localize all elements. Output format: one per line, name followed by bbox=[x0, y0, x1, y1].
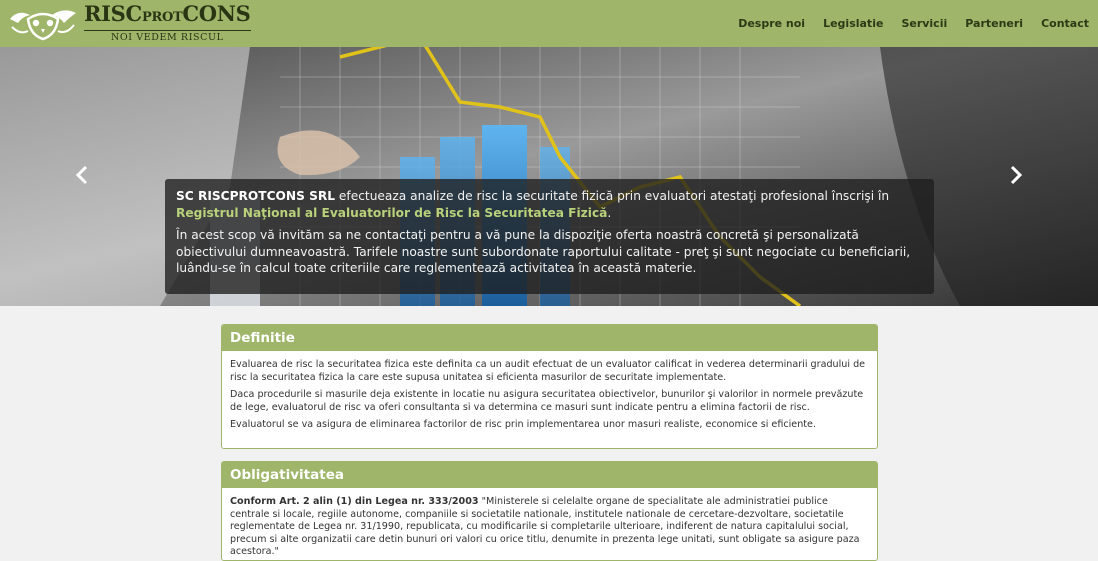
nav-servicii[interactable]: Servicii bbox=[901, 17, 947, 30]
definitie-paragraph: Evaluatorul se va asigura de eliminarea … bbox=[230, 419, 816, 431]
hero-carousel: SC RISCPROTCONS SRL efectueaza analize d… bbox=[0, 47, 1098, 306]
brand-logo[interactable]: RISCPROTCONS NOI VEDEM RISCUL bbox=[8, 1, 251, 43]
definitie-paragraph: Evaluarea de risc la securitatea fizica … bbox=[230, 359, 866, 383]
panel-definitie: Definitie Evaluarea de risc la securitat… bbox=[221, 324, 878, 449]
panel-body: Evaluarea de risc la securitatea fizica … bbox=[222, 351, 877, 445]
nav-legislatie[interactable]: Legislatie bbox=[823, 17, 883, 30]
nav-despre-noi[interactable]: Despre noi bbox=[738, 17, 805, 30]
brand-tagline: NOI VEDEM RISCUL bbox=[110, 32, 224, 43]
top-navbar: RISCPROTCONS NOI VEDEM RISCUL Despre noi… bbox=[0, 0, 1098, 47]
main-nav: Despre noi Legislatie Servicii Parteneri… bbox=[720, 0, 1089, 47]
carousel-caption: SC RISCPROTCONS SRL efectueaza analize d… bbox=[165, 179, 934, 294]
nav-contact[interactable]: Contact bbox=[1041, 17, 1089, 30]
caption-company-name: SC RISCPROTCONS SRL bbox=[176, 189, 336, 203]
nav-parteneri[interactable]: Parteneri bbox=[965, 17, 1023, 30]
panel-title: Obligativitatea bbox=[222, 462, 877, 488]
brand-divider bbox=[84, 30, 251, 31]
obligativitatea-paragraph: Conform Art. 2 alin (1) din Legea nr. 33… bbox=[230, 496, 869, 559]
panel-obligativitatea: Obligativitatea Conform Art. 2 alin (1) … bbox=[221, 461, 878, 561]
chevron-right-icon bbox=[1010, 165, 1023, 185]
panel-title: Definitie bbox=[222, 325, 877, 351]
panel-body: Conform Art. 2 alin (1) din Legea nr. 33… bbox=[222, 488, 877, 560]
chevron-left-icon bbox=[75, 165, 88, 185]
caption-paragraph-2: În acest scop vă invităm sa ne contactaţ… bbox=[176, 228, 911, 275]
carousel-prev-button[interactable] bbox=[70, 163, 94, 187]
owl-logo-icon bbox=[10, 10, 76, 41]
carousel-next-button[interactable] bbox=[1004, 163, 1028, 187]
caption-text: efectueaza analize de risc la securitate… bbox=[335, 189, 890, 203]
law-reference: Conform Art. 2 alin (1) din Legea nr. 33… bbox=[230, 496, 479, 507]
definitie-paragraph: Daca procedurile si masurile deja existe… bbox=[230, 389, 864, 413]
caption-paragraph-1: SC RISCPROTCONS SRL efectueaza analize d… bbox=[176, 189, 890, 220]
brand-name: RISCPROTCONS bbox=[84, 1, 251, 26]
registry-link[interactable]: Registrul Naţional al Evaluatorilor de R… bbox=[176, 206, 607, 220]
